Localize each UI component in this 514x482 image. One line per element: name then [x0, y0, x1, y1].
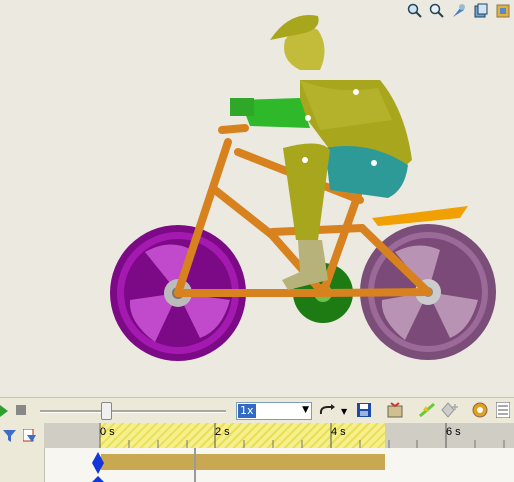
display-style-icon[interactable] [494, 2, 512, 20]
seat [372, 206, 468, 226]
add-key-icon[interactable] [441, 402, 459, 422]
bicycle-rider-model [110, 15, 496, 361]
key-bar[interactable] [101, 454, 385, 470]
chevron-down-icon: ▼ [302, 405, 309, 415]
ruler-label-2s: 2 s [215, 426, 230, 438]
zoom-area-icon[interactable] [450, 2, 468, 20]
motor-icon[interactable] [472, 402, 488, 422]
ruler-label-0s: 0 s [100, 426, 115, 438]
zoom-fit-icon[interactable] [428, 2, 446, 20]
graphics-viewport[interactable] [0, 0, 514, 397]
filter-driving-icon[interactable] [22, 428, 37, 447]
filter-area [0, 423, 45, 448]
stop-button[interactable] [16, 405, 26, 415]
save-animation-icon[interactable] [356, 402, 372, 422]
autokey-icon[interactable] [418, 402, 436, 422]
time-slider-thumb[interactable] [101, 402, 112, 420]
results-plots-icon[interactable] [495, 401, 511, 422]
animation-wizard-icon[interactable] [386, 402, 404, 422]
view-orientation-icon[interactable] [472, 2, 490, 20]
motion-timeline[interactable] [0, 423, 514, 482]
playback-speed-select[interactable]: 1x ▼ [236, 402, 312, 420]
view-toolbar [406, 2, 512, 20]
ruler-label-4s: 4 s [331, 426, 346, 438]
play-icon[interactable] [0, 405, 8, 417]
ruler-label-6s: 6 s [446, 426, 461, 438]
key-point-marker-lower[interactable] [91, 476, 105, 482]
filter-animated-icon[interactable] [3, 428, 17, 447]
playback-speed-value: 1x [238, 404, 256, 418]
time-bar[interactable] [194, 448, 196, 482]
time-slider-track[interactable] [40, 410, 226, 413]
playback-mode-icon[interactable] [318, 403, 336, 422]
playback-mode-dropdown-icon[interactable]: ▼ [341, 407, 347, 416]
key-point-marker[interactable] [91, 452, 105, 474]
zoom-in-icon[interactable] [406, 2, 424, 20]
feature-tree-column [0, 448, 45, 482]
